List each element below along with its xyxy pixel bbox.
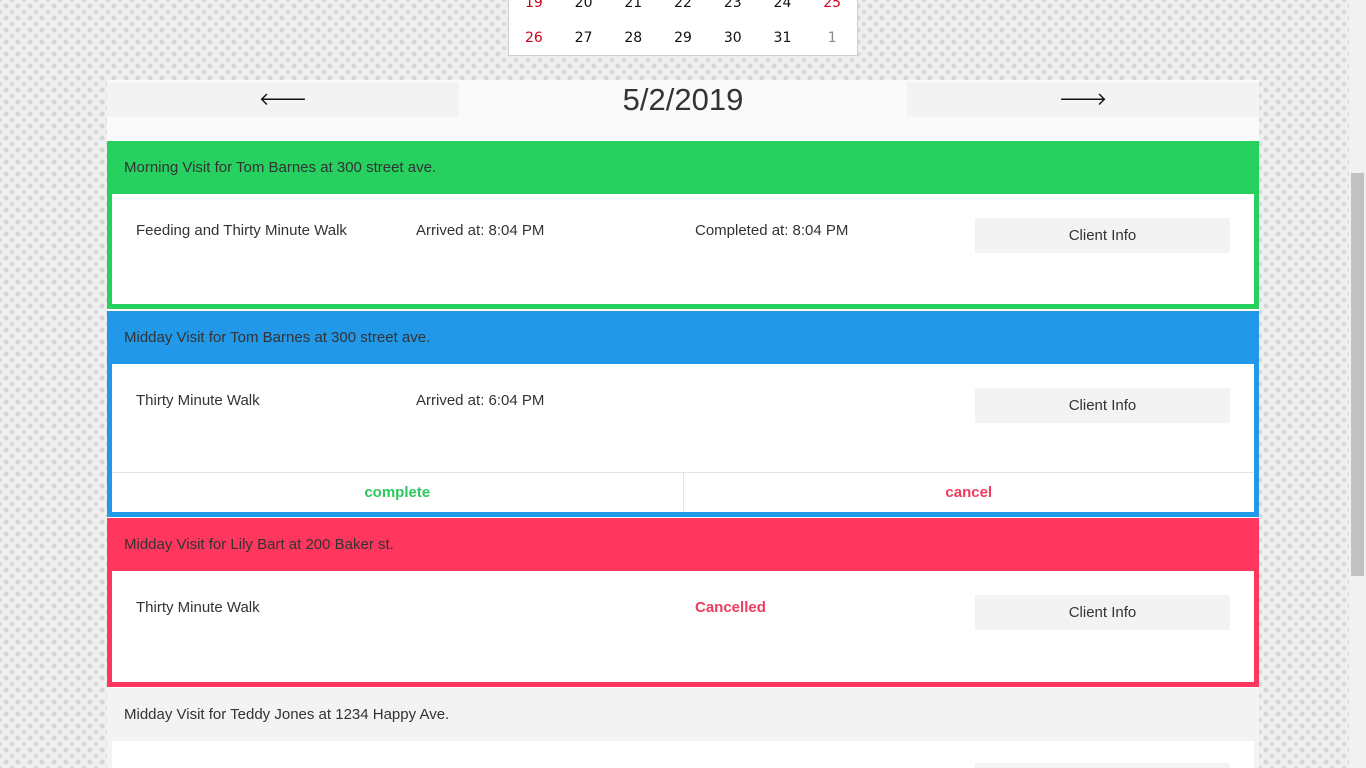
calendar-day[interactable]: 22 [658,0,708,14]
visit-body: Thirty Minute Walk Cancelled Client Info [112,571,1254,682]
current-date: 5/2/2019 [622,82,744,117]
visit-service: Feeding and Thirty Minute Walk [136,222,347,239]
visit-actions: complete cancel [112,472,1254,511]
visit-card: Midday Visit for Teddy Jones at 1234 Hap… [107,688,1259,768]
arrow-right-icon: 🡒 [1058,89,1108,110]
visit-card: Morning Visit for Tom Barnes at 300 stre… [107,141,1259,309]
client-info-button[interactable]: Client Info [975,218,1230,253]
visit-card: Midday Visit for Tom Barnes at 300 stree… [107,311,1259,517]
date-navigation: 🡐 5/2/2019 🡒 [107,80,1259,140]
visit-header: Midday Visit for Tom Barnes at 300 stree… [107,311,1259,364]
visit-arrived-time: Arrived at: 6:04 PM [416,392,545,409]
complete-visit-button[interactable]: complete [112,473,684,511]
calendar-day[interactable]: 21 [608,0,658,14]
next-day-button[interactable]: 🡒 [907,82,1259,117]
scrollbar-thumb[interactable] [1351,173,1364,576]
visit-status: Cancelled [695,599,766,616]
visit-body [112,741,1254,768]
calendar-day[interactable]: 28 [608,27,658,49]
client-info-button[interactable] [975,763,1230,768]
visit-arrived-time: Arrived at: 8:04 PM [416,222,545,239]
visit-completed-time: Completed at: 8:04 PM [695,222,849,239]
calendar-day[interactable]: 27 [559,27,609,49]
calendar: 19 20 21 22 23 24 25 26 27 28 29 30 31 1 [508,0,858,56]
calendar-day[interactable]: 29 [658,27,708,49]
visit-service: Thirty Minute Walk [136,392,260,409]
calendar-day[interactable]: 19 [509,0,559,14]
visit-body: Feeding and Thirty Minute Walk Arrived a… [112,194,1254,304]
client-info-button[interactable]: Client Info [975,595,1230,630]
page-scrollbar[interactable] [1349,0,1366,768]
calendar-day[interactable]: 1 [807,27,857,49]
arrow-left-icon: 🡐 [258,89,308,110]
visit-service: Thirty Minute Walk [136,599,260,616]
visit-body: Thirty Minute Walk Arrived at: 6:04 PM C… [112,364,1254,512]
visits-panel: 🡐 5/2/2019 🡒 Morning Visit for Tom Barne… [107,80,1259,768]
calendar-day[interactable]: 26 [509,27,559,49]
calendar-day[interactable]: 23 [708,0,758,14]
visit-card: Midday Visit for Lily Bart at 200 Baker … [107,518,1259,687]
cancel-visit-button[interactable]: cancel [684,473,1255,511]
client-info-button[interactable]: Client Info [975,388,1230,423]
calendar-day[interactable]: 24 [758,0,808,14]
calendar-day[interactable]: 25 [807,0,857,14]
calendar-day[interactable]: 20 [559,0,609,14]
calendar-week-row: 26 27 28 29 30 31 1 [509,27,857,49]
calendar-day[interactable]: 31 [758,27,808,49]
visit-header: Midday Visit for Teddy Jones at 1234 Hap… [107,688,1259,741]
visit-header: Midday Visit for Lily Bart at 200 Baker … [107,518,1259,571]
calendar-week-row: 19 20 21 22 23 24 25 [509,0,857,14]
calendar-day[interactable]: 30 [708,27,758,49]
previous-day-button[interactable]: 🡐 [107,82,459,117]
visit-header: Morning Visit for Tom Barnes at 300 stre… [107,141,1259,194]
